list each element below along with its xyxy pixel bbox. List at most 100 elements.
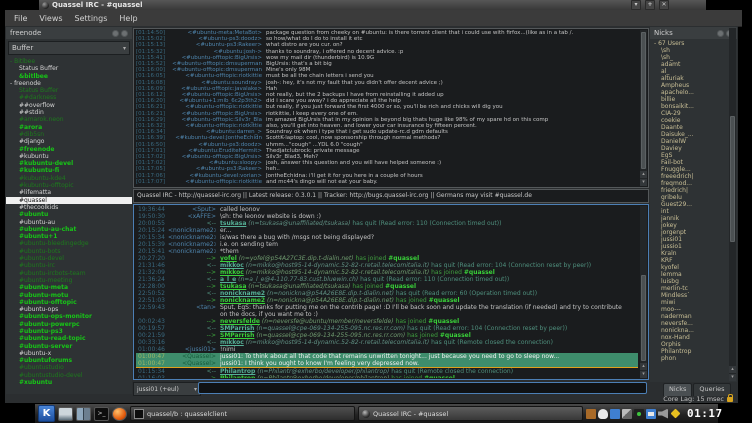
buffer-item[interactable]: #xubuntu bbox=[6, 379, 132, 386]
tray-icon[interactable] bbox=[646, 409, 656, 419]
message-input[interactable] bbox=[198, 382, 647, 394]
buffer-item[interactable]: ##overflow bbox=[6, 102, 132, 109]
nick-item[interactable]: gribelu bbox=[650, 194, 737, 201]
menu-help[interactable]: Help bbox=[114, 14, 142, 23]
buffer-item[interactable]: #kubuntu-devel bbox=[6, 160, 132, 167]
channel-chat-scrollbar[interactable]: ▴ ▾ bbox=[640, 206, 647, 378]
tray-icon[interactable] bbox=[586, 409, 596, 419]
nick-item[interactable]: naderman bbox=[650, 313, 737, 320]
scroll-up-icon[interactable]: ▴ bbox=[640, 171, 647, 178]
nick-item[interactable]: jussio1 bbox=[650, 243, 737, 250]
buffer-item[interactable]: Status Buffer bbox=[6, 65, 132, 72]
buffer-item[interactable]: #quassel bbox=[6, 197, 132, 204]
buffer-item[interactable]: #ubuntuforums bbox=[6, 357, 132, 364]
firefox-icon[interactable] bbox=[112, 407, 127, 421]
nick-item[interactable]: neversfe... bbox=[650, 320, 737, 327]
window-titlebar[interactable]: Quassel IRC - #quassel ▾ + ✕ bbox=[39, 0, 706, 10]
nick-item[interactable]: EgS bbox=[650, 152, 737, 159]
nick-item[interactable]: int bbox=[650, 208, 737, 215]
tray-icon[interactable] bbox=[610, 409, 620, 419]
buffer-item[interactable]: #freenode bbox=[6, 146, 132, 153]
buffer-item[interactable]: #ubuntu-bleedingedge bbox=[6, 240, 132, 247]
nick-item[interactable]: bonsaikit... bbox=[650, 103, 737, 110]
nick-item[interactable]: merlin-tc bbox=[650, 285, 737, 292]
tray-icon[interactable] bbox=[598, 409, 608, 419]
nick-item[interactable]: Daisuke_... bbox=[650, 131, 737, 138]
nick-item[interactable]: Fail-bot bbox=[650, 159, 737, 166]
buffer-item[interactable]: #thecoolkids bbox=[6, 204, 132, 211]
buffer-item[interactable]: #ubuntu-meeting bbox=[6, 277, 132, 284]
nick-panel-header[interactable]: Nicks bbox=[650, 27, 737, 39]
close-icon[interactable]: ✕ bbox=[659, 0, 669, 10]
buffer-item[interactable]: #ubuntu-ops bbox=[6, 306, 132, 313]
buffer-filter-combobox[interactable]: Buffer ▾ bbox=[8, 41, 130, 55]
tray-icon[interactable] bbox=[671, 409, 681, 419]
buffer-item[interactable]: #ubuntu-powerpc bbox=[6, 321, 132, 328]
buffer-item[interactable]: #ubuntu-irc bbox=[6, 262, 132, 269]
buffer-item[interactable]: - freenode bbox=[6, 80, 132, 87]
buffer-item[interactable]: #lifematta bbox=[6, 189, 132, 196]
buffer-item[interactable]: #ubuntu-motu bbox=[6, 292, 132, 299]
nick-list-scrollbar[interactable]: ▴ ▾ bbox=[729, 28, 736, 381]
scrollbar-thumb[interactable] bbox=[641, 275, 646, 361]
nick-item[interactable]: Ampheus bbox=[650, 82, 737, 89]
buffer-item[interactable]: #ubuntu-bots bbox=[6, 248, 132, 255]
nick-item[interactable]: al_ bbox=[650, 68, 737, 75]
nick-item[interactable]: apachelo... bbox=[650, 89, 737, 96]
buffer-item[interactable]: #kubuntu-kde4 bbox=[6, 175, 132, 182]
nick-item[interactable]: phon bbox=[650, 355, 737, 362]
scroll-up-icon[interactable]: ▴ bbox=[640, 363, 647, 370]
dock-close-icon[interactable] bbox=[121, 30, 128, 37]
nick-item[interactable]: jannik bbox=[650, 215, 737, 222]
chat-monitor-scrollbar[interactable]: ▴ ▾ bbox=[640, 30, 647, 186]
buffer-item[interactable]: #ubuntu-au bbox=[6, 219, 132, 226]
nick-item[interactable]: jussi01 bbox=[650, 236, 737, 243]
nick-item[interactable]: adamt bbox=[650, 61, 737, 68]
buffer-item[interactable]: #ubuntu+1 bbox=[6, 233, 132, 240]
scroll-down-icon[interactable]: ▾ bbox=[729, 374, 736, 381]
nick-item[interactable]: coekie bbox=[650, 117, 737, 124]
nick-item[interactable]: lemma bbox=[650, 271, 737, 278]
clock[interactable]: 01:17 bbox=[687, 407, 723, 420]
buffer-panel-header[interactable]: freenode bbox=[6, 27, 132, 39]
taskbar-item-konsole[interactable]: quassel/b : quasselclient bbox=[130, 406, 355, 421]
buffer-item[interactable]: &bitlbee bbox=[6, 73, 132, 80]
nick-item[interactable]: kyofel bbox=[650, 264, 737, 271]
buffer-item[interactable]: ##darkness bbox=[6, 94, 132, 101]
buffer-item[interactable]: #ubuntu-read-topic bbox=[6, 335, 132, 342]
scroll-down-icon[interactable]: ▾ bbox=[640, 179, 647, 186]
nick-item[interactable]: nonickna... bbox=[650, 327, 737, 334]
buffer-item[interactable]: #django bbox=[6, 138, 132, 145]
buffer-item[interactable]: #amarok.neon bbox=[6, 116, 132, 123]
nick-item[interactable]: Mindless` bbox=[650, 292, 737, 299]
nick-item[interactable]: \sh_ bbox=[650, 54, 737, 61]
show-desktop-icon[interactable] bbox=[58, 407, 73, 421]
tray-icon[interactable] bbox=[634, 409, 644, 419]
nick-item[interactable]: \sh bbox=[650, 47, 737, 54]
buffer-item[interactable]: #kubuntu-fi bbox=[6, 167, 132, 174]
buffer-item[interactable]: #ubuntu-ircbots-team bbox=[6, 270, 132, 277]
buffer-item[interactable]: #ubuntu-ops-monitor bbox=[6, 313, 132, 320]
tray-icon[interactable] bbox=[658, 409, 668, 419]
buffer-item[interactable]: #ubuntu-devel bbox=[6, 255, 132, 262]
nick-item[interactable]: luisbg bbox=[650, 278, 737, 285]
buffer-item[interactable]: #ubuntu-x bbox=[6, 350, 132, 357]
scroll-down-icon[interactable]: ▾ bbox=[640, 371, 647, 378]
minimize-icon[interactable]: ▾ bbox=[631, 0, 641, 10]
nick-item[interactable]: Daviey bbox=[650, 145, 737, 152]
nick-item[interactable]: friedrich| bbox=[650, 187, 737, 194]
nick-item[interactable]: alturiak bbox=[650, 75, 737, 82]
maximize-icon[interactable]: + bbox=[645, 0, 655, 10]
konsole-icon[interactable]: >_ bbox=[94, 407, 109, 421]
buffer-item[interactable]: #kubuntu bbox=[6, 153, 132, 160]
buffer-item[interactable]: #dib5sn bbox=[6, 131, 132, 138]
dock-float-icon[interactable] bbox=[717, 30, 724, 37]
nick-item[interactable]: Guest29... bbox=[650, 201, 737, 208]
nick-item[interactable]: billie bbox=[650, 96, 737, 103]
nick-item[interactable]: DanielW bbox=[650, 138, 737, 145]
nick-item[interactable]: jorgenpt bbox=[650, 229, 737, 236]
buffer-item[interactable]: #ubuntu-server bbox=[6, 343, 132, 350]
buffer-item[interactable]: Status Buffer bbox=[6, 87, 132, 94]
nick-item[interactable]: Philantrop bbox=[650, 348, 737, 355]
dock-float-icon[interactable] bbox=[112, 30, 119, 37]
